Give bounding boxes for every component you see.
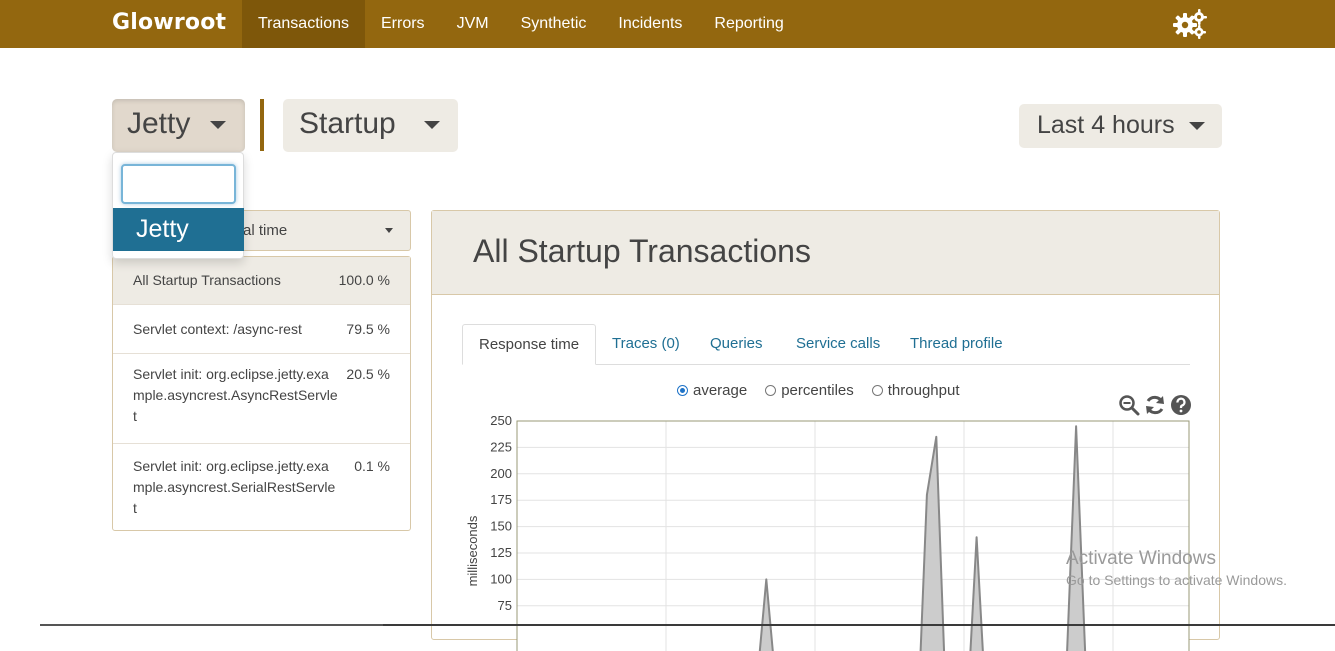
agent-search-input[interactable] (121, 164, 236, 204)
y-tick-label: 250 (490, 413, 512, 428)
tab-response-time[interactable]: Response time (462, 324, 597, 365)
tab-service-calls[interactable]: Service calls (796, 324, 880, 364)
agent-selector-label: Jetty (127, 107, 191, 140)
transaction-name: Servlet context: /async-rest (133, 321, 302, 337)
list-item[interactable]: Servlet context: /async-rest 79.5 % (113, 305, 410, 354)
radio-label: percentiles (781, 382, 854, 399)
y-tick-label: 150 (490, 519, 512, 534)
plot-area (516, 420, 1190, 651)
radio-unchecked-icon (871, 385, 883, 396)
transaction-percent: 100.0 % (338, 272, 390, 288)
sort-dropdown-label: al time (243, 222, 288, 239)
transaction-list: All Startup Transactions 100.0 % Servlet… (112, 256, 411, 531)
watermark-line2: Go to Settings to activate Windows. (1066, 572, 1287, 588)
list-item[interactable]: Servlet init: org.eclipse.jetty.example.… (113, 444, 410, 530)
tab-thread-profile[interactable]: Thread profile (910, 324, 1003, 364)
transaction-type-selector[interactable]: Startup (283, 99, 458, 152)
chevron-down-icon (1189, 122, 1205, 130)
transaction-percent: 20.5 % (346, 366, 390, 382)
agent-option-jetty[interactable]: Jetty (113, 208, 244, 251)
panel-header: All Startup Transactions (432, 211, 1219, 295)
radio-average[interactable]: average (677, 382, 747, 399)
windows-activation-watermark: Activate Windows Go to Settings to activ… (1066, 548, 1287, 588)
nav-synthetic[interactable]: Synthetic (505, 0, 603, 48)
nav-items: Transactions Errors JVM Synthetic Incide… (242, 0, 800, 48)
tab-queries[interactable]: Queries (710, 324, 763, 364)
brand-logo[interactable]: Glowroot (112, 0, 226, 48)
radio-throughput[interactable]: throughput (871, 382, 960, 399)
chart-mode-radios: average percentiles throughput (677, 382, 960, 399)
y-tick-label: 175 (490, 492, 512, 507)
transaction-name: All Startup Transactions (133, 272, 281, 288)
chevron-down-icon (424, 121, 440, 129)
radio-label: average (693, 382, 748, 399)
y-tick-label: 125 (490, 545, 512, 560)
response-time-chart[interactable]: 250 225 200 175 150 125 100 75 milliseconds (462, 411, 1192, 651)
nav-jvm[interactable]: JVM (441, 0, 505, 48)
transaction-percent: 0.1 % (354, 458, 390, 474)
chevron-down-icon (210, 121, 226, 129)
radio-label: throughput (887, 382, 960, 399)
nav-reporting[interactable]: Reporting (698, 0, 799, 48)
radio-checked-icon (677, 385, 688, 396)
transaction-percent: 79.5 % (346, 321, 390, 337)
chevron-down-icon (385, 228, 393, 233)
top-navbar: Glowroot Transactions Errors JVM Synthet… (0, 0, 1335, 48)
nav-incidents[interactable]: Incidents (602, 0, 698, 48)
transaction-type-label: Startup (299, 107, 396, 140)
y-tick-label: 225 (490, 439, 512, 454)
list-item[interactable]: Servlet init: org.eclipse.jetty.example.… (113, 354, 410, 444)
page-title: All Startup Transactions (473, 233, 811, 269)
radio-percentiles[interactable]: percentiles (765, 382, 854, 399)
time-range-selector[interactable]: Last 4 hours (1019, 104, 1222, 148)
agent-selector[interactable]: Jetty (112, 99, 245, 152)
y-tick-label: 75 (498, 598, 512, 613)
time-range-label: Last 4 hours (1037, 111, 1175, 139)
radio-unchecked-icon (765, 385, 777, 396)
y-tick-label: 100 (490, 571, 512, 586)
transaction-name: Servlet init: org.eclipse.jetty.example.… (133, 366, 338, 424)
gears-icon[interactable] (1172, 8, 1208, 40)
y-axis-label: milliseconds (465, 515, 480, 586)
y-tick-label: 200 (490, 466, 512, 481)
tab-bar: Response time Traces (0) Queries Service… (462, 324, 1190, 365)
list-item[interactable]: All Startup Transactions 100.0 % (113, 257, 410, 305)
transaction-name: Servlet init: org.eclipse.jetty.example.… (133, 458, 336, 516)
selector-divider (260, 99, 264, 151)
nav-transactions[interactable]: Transactions (242, 0, 365, 48)
nav-errors[interactable]: Errors (365, 0, 441, 48)
tab-traces[interactable]: Traces (0) (612, 324, 680, 364)
watermark-line1: Activate Windows (1066, 548, 1216, 569)
agent-dropdown-menu: Jetty (112, 152, 244, 259)
